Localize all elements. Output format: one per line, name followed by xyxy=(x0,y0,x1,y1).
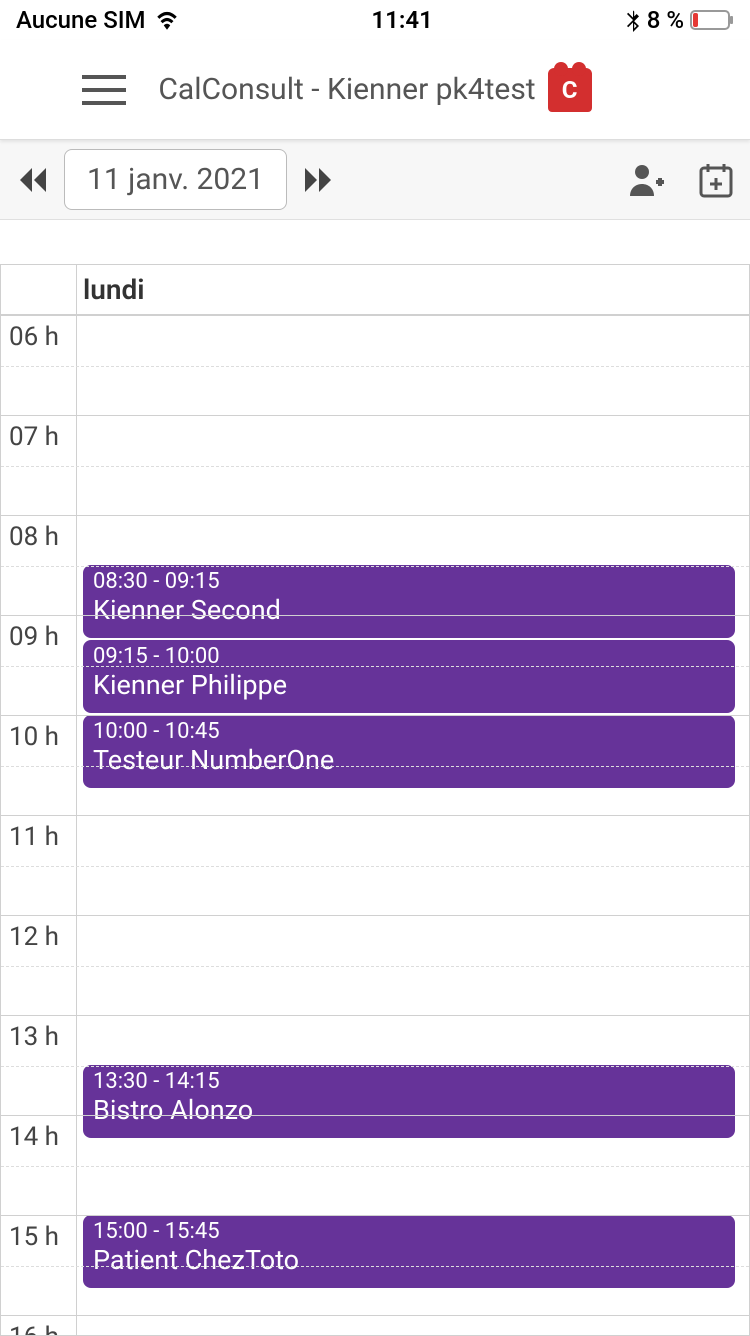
hour-label: 13 h xyxy=(9,1022,59,1052)
menu-icon[interactable] xyxy=(82,75,126,105)
hour-label: 08 h xyxy=(9,522,59,552)
hour-label: 14 h xyxy=(9,1122,59,1152)
status-time: 11:41 xyxy=(371,6,432,34)
hour-label: 12 h xyxy=(9,922,59,952)
app-header: CalConsult - Kienner pk4test C xyxy=(0,40,750,140)
hour-row: 06 h xyxy=(1,315,749,415)
hour-row: 16 h xyxy=(1,1315,749,1335)
hour-label: 15 h xyxy=(9,1222,59,1252)
time-column-header xyxy=(1,265,77,314)
add-calendar-icon[interactable] xyxy=(696,160,736,200)
carrier-text: Aucune SIM xyxy=(16,6,146,34)
hour-row: 10 h xyxy=(1,715,749,815)
add-person-icon[interactable] xyxy=(626,160,666,200)
date-picker[interactable]: 11 janv. 2021 xyxy=(64,149,287,210)
hour-label: 10 h xyxy=(9,722,59,752)
hour-label: 06 h xyxy=(9,322,59,352)
hour-row: 07 h xyxy=(1,415,749,515)
hour-label: 09 h xyxy=(9,622,59,652)
toolbar: 11 janv. 2021 xyxy=(0,140,750,220)
hour-row: 15 h xyxy=(1,1215,749,1315)
prev-arrow-icon[interactable] xyxy=(14,160,54,200)
hour-label: 11 h xyxy=(9,822,59,852)
battery-icon xyxy=(690,10,734,30)
hour-label: 07 h xyxy=(9,422,59,452)
hour-row: 11 h xyxy=(1,815,749,915)
bluetooth-icon xyxy=(625,8,641,32)
hour-row: 14 h xyxy=(1,1115,749,1215)
next-arrow-icon[interactable] xyxy=(297,160,337,200)
hour-row: 09 h xyxy=(1,615,749,715)
hour-row: 12 h xyxy=(1,915,749,1015)
calendar-area: lundi 08:30 - 09:15Kienner Second09:15 -… xyxy=(0,220,750,1336)
app-logo-icon: C xyxy=(548,68,592,112)
wifi-icon xyxy=(154,10,180,30)
calendar-header-row: lundi xyxy=(1,265,749,315)
battery-percent: 8 % xyxy=(647,6,684,34)
day-header: lundi xyxy=(77,265,749,314)
hour-label: 16 h xyxy=(9,1322,59,1335)
hour-row: 08 h xyxy=(1,515,749,615)
calendar-body[interactable]: 08:30 - 09:15Kienner Second09:15 - 10:00… xyxy=(1,315,749,1335)
status-bar: Aucune SIM 11:41 8 % xyxy=(0,0,750,40)
app-title: CalConsult - Kienner pk4test xyxy=(158,72,535,107)
hour-row: 13 h xyxy=(1,1015,749,1115)
